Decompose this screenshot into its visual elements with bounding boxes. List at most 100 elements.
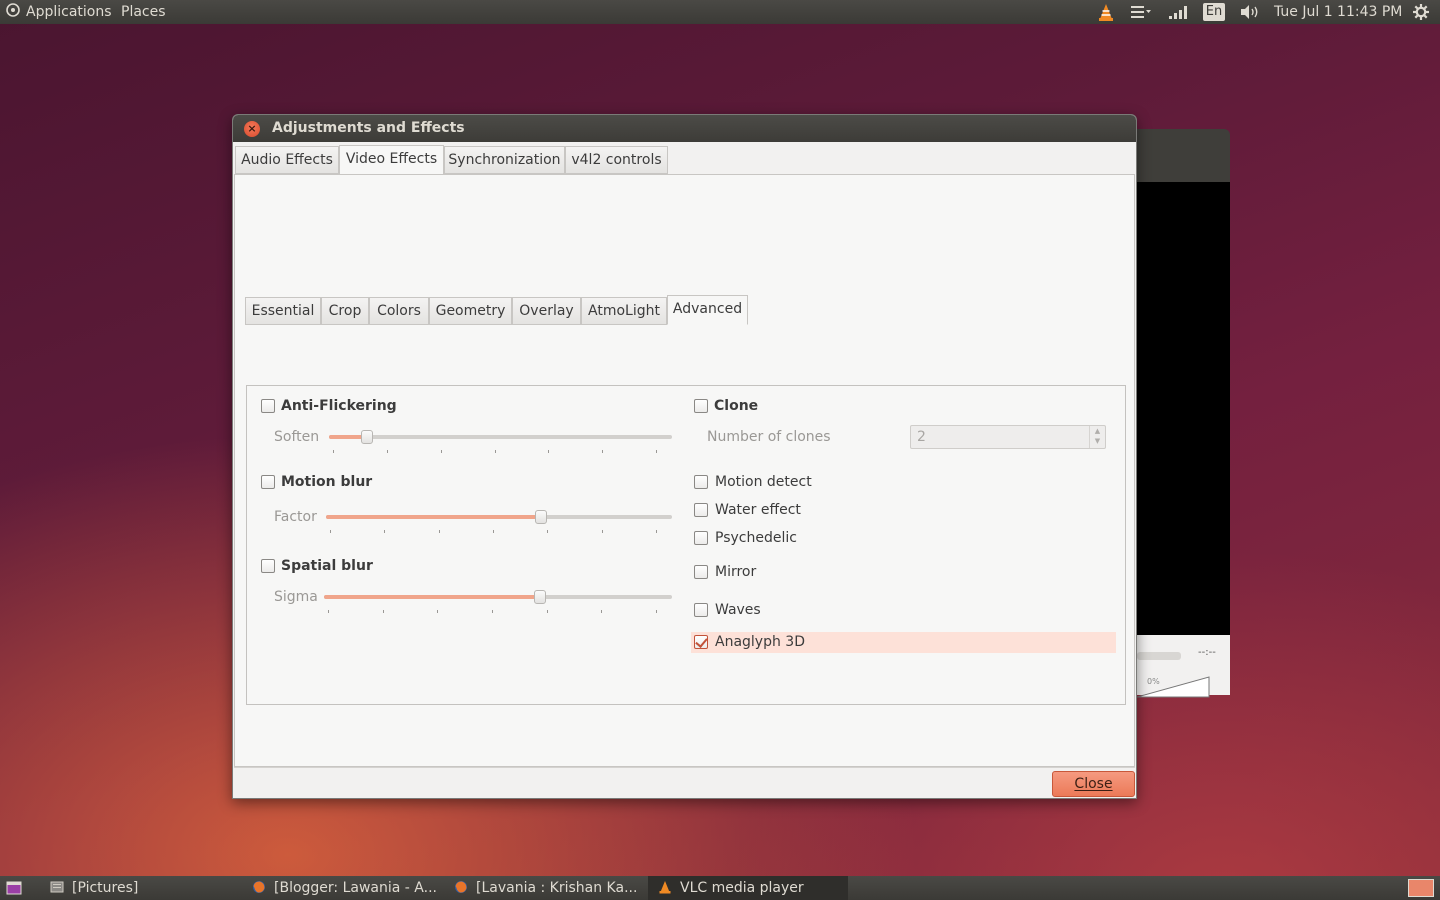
soften-tick [548,450,549,453]
task-pictures-label: [Pictures] [72,880,139,896]
soften-tick [333,450,334,453]
sigma-label: Sigma [274,589,318,605]
subtab-essential[interactable]: Essential [245,297,321,325]
footer-divider [234,767,1135,768]
clone-checkbox[interactable] [694,399,708,413]
soften-tick [387,450,388,453]
volume-icon[interactable] [1239,4,1261,25]
spinner-arrows-icon[interactable]: ▲ ▼ [1089,426,1105,448]
vlc-icon [658,878,672,894]
clock[interactable]: Tue Jul 1 11:43 PM [1274,3,1402,21]
sigma-tick [383,610,384,613]
soften-label: Soften [274,429,320,445]
show-desktop-icon[interactable] [6,876,26,900]
sigma-tick [437,610,438,613]
anaglyph-3d-checkbox[interactable] [694,635,708,649]
subtab-crop[interactable]: Crop [321,297,369,325]
soften-slider[interactable] [329,430,672,444]
soften-tick [441,450,442,453]
water-effect-checkbox[interactable] [694,503,708,517]
taskbar: [Pictures] [Blogger: Lawania - A... [Lav… [0,876,1440,900]
factor-tick [656,530,657,533]
sigma-tick [656,610,657,613]
workspace-switcher[interactable] [1408,879,1434,897]
tab-video-effects[interactable]: Video Effects [339,145,444,175]
task-vlc[interactable]: VLC media player [648,876,848,900]
task-blogger[interactable]: [Blogger: Lawania - A... [252,876,442,900]
tab-synchronization[interactable]: Synchronization [444,146,565,174]
advanced-page: Anti-Flickering Soften Motion blur Facto… [246,385,1126,705]
motion-blur-label: Motion blur [281,474,373,490]
adjustments-dialog: × Adjustments and Effects Audio Effects … [232,114,1137,799]
soften-slider-knob[interactable] [361,430,373,444]
vlc-video-area [1137,182,1230,635]
sigma-tick [492,610,493,613]
sigma-slider[interactable] [324,590,672,604]
subtab-geometry[interactable]: Geometry [429,297,512,325]
task-blogger-label: [Blogger: Lawania - A... [274,880,437,896]
subtab-colors[interactable]: Colors [369,297,429,325]
task-lavania-label: [Lavania : Krishan Ka... [476,880,638,896]
mirror-label: Mirror [715,564,757,580]
motion-blur-checkbox[interactable] [261,475,275,489]
sigma-slider-knob[interactable] [534,590,546,604]
sigma-tick [601,610,602,613]
keyboard-layout-indicator[interactable]: En [1203,3,1225,21]
spatial-blur-checkbox[interactable] [261,559,275,573]
number-of-clones-label: Number of clones [707,429,831,445]
number-of-clones-spinner[interactable]: 2 ▲ ▼ [910,425,1106,449]
factor-slider-knob[interactable] [535,510,547,524]
vlc-seek-bar[interactable] [1137,652,1181,660]
waves-label: Waves [715,602,761,618]
vlc-titlebar[interactable] [1137,129,1230,182]
tab-audio-effects[interactable]: Audio Effects [235,146,339,174]
factor-tick [330,530,331,533]
vlc-time: --:-- [1198,647,1216,658]
task-pictures[interactable]: [Pictures] [50,876,240,900]
soften-tick [495,450,496,453]
number-of-clones-value: 2 [917,429,926,445]
sigma-tick [328,610,329,613]
applications-menu[interactable]: Applications [26,3,112,21]
ubuntu-logo-icon[interactable] [6,3,20,22]
factor-label: Factor [274,509,317,525]
vlc-controls: --:-- 0% [1137,635,1230,698]
waves-checkbox[interactable] [694,603,708,617]
firefox-icon [454,878,468,893]
folder-icon [50,878,64,893]
factor-slider-fill [326,515,541,519]
close-button[interactable]: Close [1052,771,1135,797]
subtab-advanced[interactable]: Advanced [667,295,748,325]
vlc-tray-icon[interactable] [1096,2,1116,27]
vlc-volume-label: 0% [1147,677,1160,686]
anaglyph-3d-label: Anaglyph 3D [715,634,805,650]
psychedelic-label: Psychedelic [715,530,797,546]
psychedelic-checkbox[interactable] [694,531,708,545]
close-button-label: Close [1074,776,1113,792]
water-effect-label: Water effect [715,502,801,518]
network-signal-icon[interactable] [1167,4,1189,25]
subtab-atmolight[interactable]: AtmoLight [581,297,667,325]
places-menu[interactable]: Places [121,3,166,21]
sigma-tick [547,610,548,613]
menu-indicator-icon[interactable] [1130,4,1152,25]
task-lavania[interactable]: [Lavania : Krishan Ka... [454,876,644,900]
factor-tick [602,530,603,533]
factor-slider[interactable] [326,510,672,524]
factor-tick [384,530,385,533]
motion-detect-checkbox[interactable] [694,475,708,489]
session-gear-icon[interactable] [1412,3,1430,26]
clone-label: Clone [714,398,759,414]
factor-tick [493,530,494,533]
mirror-checkbox[interactable] [694,565,708,579]
subtab-overlay[interactable]: Overlay [512,297,581,325]
soften-ticks [329,450,672,454]
window-close-icon[interactable]: × [244,121,260,137]
dialog-titlebar[interactable]: × Adjustments and Effects [233,115,1136,142]
sigma-ticks [324,610,672,614]
anti-flickering-checkbox[interactable] [261,399,275,413]
vlc-player-window[interactable]: --:-- 0% [1137,129,1230,698]
soften-tick [602,450,603,453]
task-vlc-label: VLC media player [680,880,804,896]
tab-v4l2-controls[interactable]: v4l2 controls [565,146,668,174]
